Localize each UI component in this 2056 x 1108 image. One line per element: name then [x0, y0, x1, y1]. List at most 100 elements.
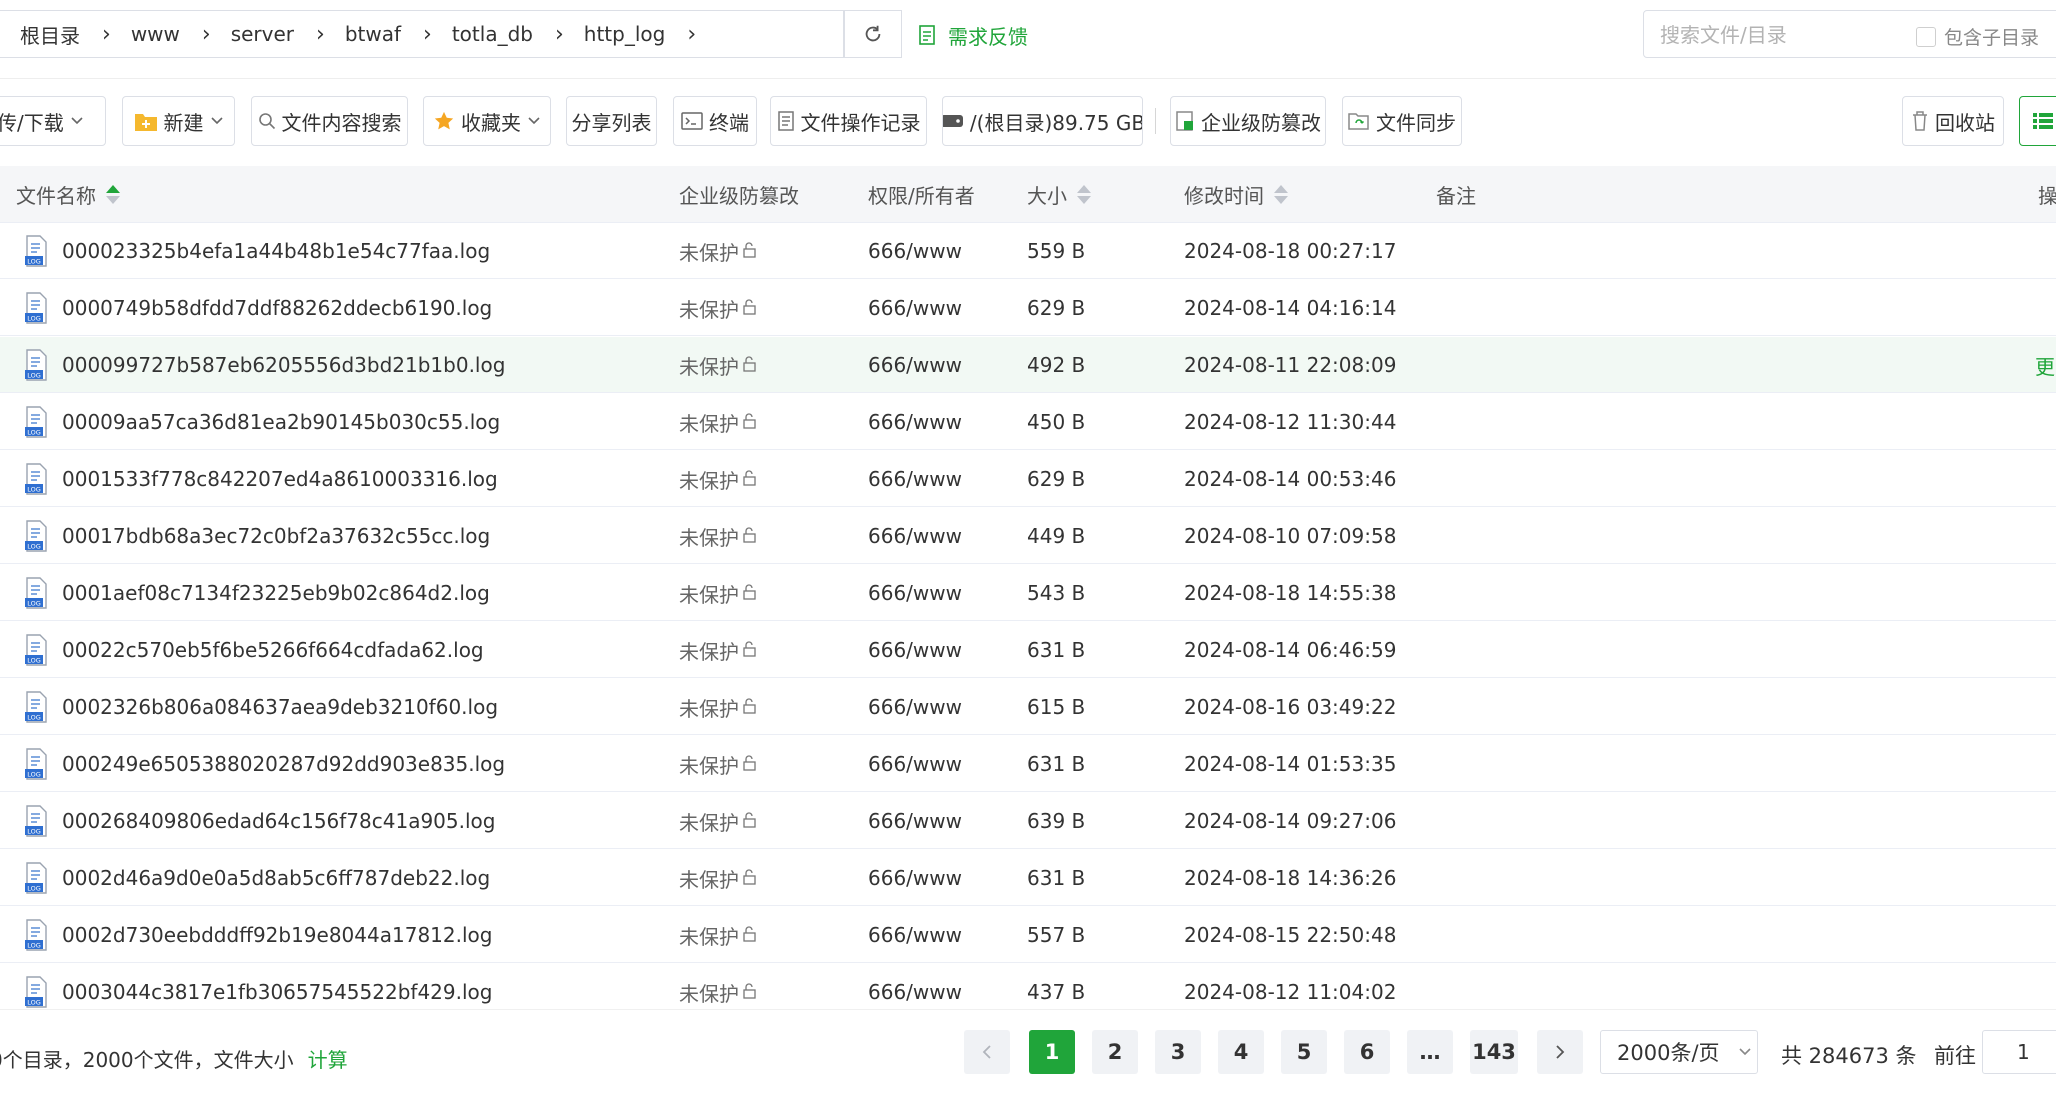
protect-status[interactable]: 未保护 [679, 223, 757, 279]
table-row[interactable]: LOG 0003044c3817e1fb30657545522bf429.log 未… [0, 964, 2056, 1009]
file-name[interactable]: 0002326b806a084637aea9deb3210f60.log [62, 679, 498, 735]
table-row[interactable]: LOG 0002326b806a084637aea9deb3210f60.log 未… [0, 679, 2056, 735]
breadcrumb-item-http-log[interactable]: http_log [564, 22, 666, 46]
page-button-2[interactable]: 2 [1092, 1030, 1138, 1074]
table-row[interactable]: LOG 00009aa57ca36d81ea2b90145b030c55.log 未… [0, 394, 2056, 450]
list-view-button[interactable] [2019, 96, 2056, 146]
protect-status[interactable]: 未保护 [679, 964, 757, 1009]
sort-icon[interactable] [1077, 184, 1091, 204]
permission-owner[interactable]: 666/www [868, 508, 962, 564]
calculate-size-link[interactable]: 计算 [308, 1048, 348, 1072]
file-name[interactable]: 00017bdb68a3ec72c0bf2a37632c55cc.log [62, 508, 490, 564]
refresh-button[interactable] [844, 10, 902, 58]
table-row[interactable]: LOG 000023325b4efa1a44b48b1e54c77faa.log 未… [0, 223, 2056, 279]
breadcrumb-item-root[interactable]: 根目录 [0, 20, 80, 49]
column-filename[interactable]: 文件名称 [16, 166, 120, 222]
file-name[interactable]: 0001533f778c842207ed4a8610003316.log [62, 451, 498, 507]
checkbox-box[interactable] [1916, 26, 1936, 47]
file-name[interactable]: 0000749b58dfdd7ddf88262ddecb6190.log [62, 280, 492, 336]
file-sync-button[interactable]: 文件同步 [1342, 96, 1462, 146]
permission-owner[interactable]: 666/www [868, 223, 962, 279]
table-row[interactable]: LOG 000268409806edad64c156f78c41a905.log 未… [0, 793, 2056, 849]
file-name[interactable]: 0002d46a9d0e0a5d8ab5c6ff787deb22.log [62, 850, 490, 906]
file-name[interactable]: 0002d730eebdddff92b19e8044a17812.log [62, 907, 492, 963]
table-row[interactable]: LOG 000099727b587eb6205556d3bd21b1b0.log 未… [0, 337, 2056, 393]
protect-status[interactable]: 未保护 [679, 565, 757, 621]
sort-icon[interactable] [106, 184, 120, 204]
favorites-button[interactable]: 收藏夹 [423, 96, 551, 146]
sort-icon[interactable] [1274, 184, 1288, 204]
permission-owner[interactable]: 666/www [868, 907, 962, 963]
protect-status[interactable]: 未保护 [679, 907, 757, 963]
upload-download-button[interactable]: 上传/下载 [0, 96, 106, 146]
page-button-5[interactable]: 5 [1281, 1030, 1327, 1074]
content-search-button[interactable]: 文件内容搜索 [251, 96, 408, 146]
protect-status[interactable]: 未保护 [679, 793, 757, 849]
protect-status[interactable]: 未保护 [679, 508, 757, 564]
breadcrumb-item-server[interactable]: server [211, 22, 294, 46]
file-name[interactable]: 000099727b587eb6205556d3bd21b1b0.log [62, 337, 505, 393]
table-row[interactable]: LOG 0002d46a9d0e0a5d8ab5c6ff787deb22.log 未… [0, 850, 2056, 906]
breadcrumb-item-www[interactable]: www [111, 22, 180, 46]
protect-status[interactable]: 未保护 [679, 679, 757, 735]
goto-page-input[interactable] [1982, 1030, 2056, 1074]
row-action-link[interactable]: 更 [2035, 337, 2055, 393]
table-row[interactable]: LOG 0002d730eebdddff92b19e8044a17812.log 未… [0, 907, 2056, 963]
table-row[interactable]: LOG 00017bdb68a3ec72c0bf2a37632c55cc.log 未… [0, 508, 2056, 564]
permission-owner[interactable]: 666/www [868, 793, 962, 849]
table-row[interactable]: LOG 0001533f778c842207ed4a8610003316.log 未… [0, 451, 2056, 507]
next-page-button[interactable] [1537, 1030, 1583, 1074]
protect-status[interactable]: 未保护 [679, 280, 757, 336]
log-file-icon: LOG [24, 463, 48, 495]
protect-status[interactable]: 未保护 [679, 337, 757, 393]
feedback-link[interactable]: 需求反馈 [918, 20, 1028, 50]
permission-owner[interactable]: 666/www [868, 337, 962, 393]
permission-owner[interactable]: 666/www [868, 280, 962, 336]
protect-status[interactable]: 未保护 [679, 736, 757, 792]
disk-button[interactable]: /(根目录)89.75 GB [942, 96, 1143, 146]
permission-owner[interactable]: 666/www [868, 736, 962, 792]
permission-owner[interactable]: 666/www [868, 394, 962, 450]
file-name[interactable]: 0003044c3817e1fb30657545522bf429.log [62, 964, 492, 1009]
file-name[interactable]: 00009aa57ca36d81ea2b90145b030c55.log [62, 394, 500, 450]
include-subdir-checkbox[interactable]: 包含子目录 [1916, 23, 2039, 50]
protect-status[interactable]: 未保护 [679, 451, 757, 507]
page-button-4[interactable]: 4 [1218, 1030, 1264, 1074]
protect-status[interactable]: 未保护 [679, 850, 757, 906]
recycle-bin-button[interactable]: 回收站 [1902, 96, 2004, 146]
file-name[interactable]: 0001aef08c7134f23225eb9b02c864d2.log [62, 565, 490, 621]
page-button-143[interactable]: 143 [1470, 1030, 1518, 1074]
page-button-3[interactable]: 3 [1155, 1030, 1201, 1074]
table-row[interactable]: LOG 0000749b58dfdd7ddf88262ddecb6190.log 未… [0, 280, 2056, 336]
page-button-6[interactable]: 6 [1344, 1030, 1390, 1074]
column-mtime[interactable]: 修改时间 [1184, 166, 1288, 222]
operation-log-button[interactable]: 文件操作记录 [770, 96, 927, 146]
permission-owner[interactable]: 666/www [868, 850, 962, 906]
permission-owner[interactable]: 666/www [868, 964, 962, 1009]
protect-status[interactable]: 未保护 [679, 622, 757, 678]
permission-owner[interactable]: 666/www [868, 565, 962, 621]
new-button[interactable]: 新建 [122, 96, 235, 146]
file-name[interactable]: 000268409806edad64c156f78c41a905.log [62, 793, 495, 849]
breadcrumb-item-btwaf[interactable]: btwaf [325, 22, 401, 46]
terminal-button[interactable]: 终端 [673, 96, 757, 146]
share-list-button[interactable]: 分享列表 [566, 96, 657, 146]
tamper-protection-button[interactable]: 企业级防篡改 [1170, 96, 1326, 146]
table-row[interactable]: LOG 000249e6505388020287d92dd903e835.log 未… [0, 736, 2056, 792]
page-button-1[interactable]: 1 [1029, 1030, 1075, 1074]
permission-owner[interactable]: 666/www [868, 451, 962, 507]
file-name[interactable]: 00022c570eb5f6be5266f664cdfada62.log [62, 622, 484, 678]
table-row[interactable]: LOG 00022c570eb5f6be5266f664cdfada62.log 未… [0, 622, 2056, 678]
table-row[interactable]: LOG 0001aef08c7134f23225eb9b02c864d2.log 未… [0, 565, 2056, 621]
breadcrumb-item-totla-db[interactable]: totla_db [432, 22, 533, 46]
file-name[interactable]: 000249e6505388020287d92dd903e835.log [62, 736, 505, 792]
column-size[interactable]: 大小 [1027, 166, 1091, 222]
prev-page-button[interactable] [964, 1030, 1010, 1074]
page-ellipsis[interactable]: … [1407, 1030, 1453, 1074]
permission-owner[interactable]: 666/www [868, 679, 962, 735]
page-size-select[interactable]: 2000条/页 [1600, 1030, 1758, 1074]
permission-owner[interactable]: 666/www [868, 622, 962, 678]
file-name[interactable]: 000023325b4efa1a44b48b1e54c77faa.log [62, 223, 490, 279]
search-input[interactable] [1658, 19, 1902, 51]
protect-status[interactable]: 未保护 [679, 394, 757, 450]
